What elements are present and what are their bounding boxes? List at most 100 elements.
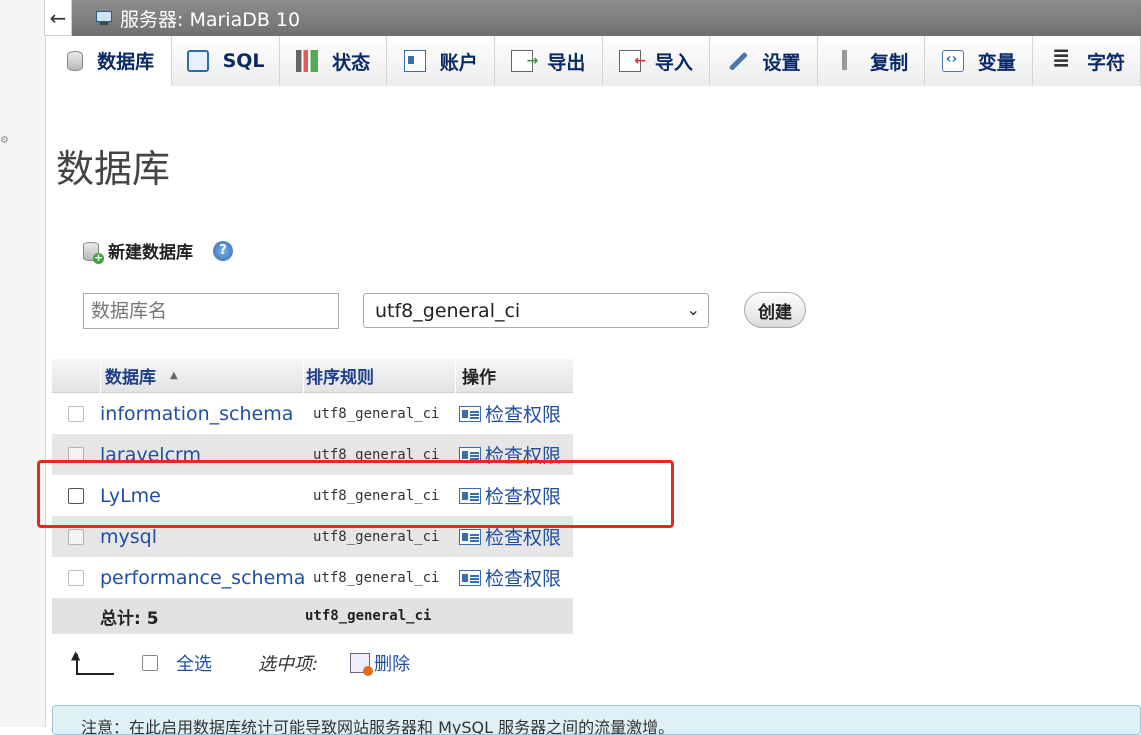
table-header-row: 数据库 ▲ 排序规则 操作 <box>52 358 573 393</box>
database-name-link[interactable]: LyLme <box>100 485 303 507</box>
table-row: mysql utf8_general_ci 检查权限 <box>52 516 573 557</box>
action-label[interactable]: 检查权限 <box>485 441 561 468</box>
page-title: 数据库 <box>56 147 171 191</box>
notice-message: 注意：在此启用数据库统计可能导致网站服务器和 MySQL 服务器之间的流量激增。 <box>52 705 1141 735</box>
database-name-link[interactable]: laravelcrm <box>100 444 303 466</box>
header-database[interactable]: 数据库 ▲ <box>100 358 303 393</box>
database-name-link[interactable]: mysql <box>100 526 303 548</box>
check-privileges-link[interactable]: 检查权限 <box>455 400 573 427</box>
table-row: information_schema utf8_general_ci 检查权限 <box>52 393 573 434</box>
action-label[interactable]: 检查权限 <box>485 482 561 509</box>
database-name-link[interactable]: performance_schema <box>100 567 305 589</box>
privileges-icon <box>459 405 481 422</box>
tab-databases[interactable]: 数据库 <box>50 36 173 86</box>
tab-label: 复制 <box>870 51 909 74</box>
collation-select[interactable]: utf8_general_ci ⌄ <box>363 293 709 328</box>
check-privileges-link[interactable]: 检查权限 <box>455 523 573 550</box>
tab-export[interactable]: 导出 <box>495 36 603 86</box>
create-database-heading: 新建数据库 ? <box>82 238 233 264</box>
tab-replication[interactable]: 复制 <box>817 36 926 86</box>
top-tabs: 数据库 SQL 状态 账户 导出 导入 设置 复制 变量 字符 <box>50 36 1141 86</box>
tab-label: 状态 <box>332 51 371 74</box>
gutter-marker-icon: ⚙ <box>0 135 9 146</box>
sort-ascending-icon: ▲ <box>170 370 178 381</box>
select-all-checkbox[interactable] <box>142 655 158 671</box>
check-privileges-link[interactable]: 检查权限 <box>455 441 573 468</box>
tab-settings[interactable]: 设置 <box>710 36 818 86</box>
tab-variables[interactable]: 变量 <box>925 36 1034 86</box>
check-privileges-link[interactable]: 检查权限 <box>455 564 573 591</box>
tab-accounts[interactable]: 账户 <box>387 36 496 86</box>
header-collation[interactable]: 排序规则 <box>303 358 455 393</box>
database-collation: utf8_general_ci <box>313 405 440 422</box>
tab-import[interactable]: 导入 <box>602 36 711 86</box>
server-breadcrumb[interactable]: 服务器: MariaDB 10 <box>72 0 1141 36</box>
sort-by-name-link[interactable]: 数据库 <box>105 363 156 388</box>
action-label[interactable]: 检查权限 <box>485 400 561 427</box>
wrench-icon <box>722 45 753 76</box>
new-database-icon <box>82 240 104 264</box>
tab-sql[interactable]: SQL <box>172 36 280 86</box>
row-checkbox[interactable] <box>68 487 84 504</box>
help-icon[interactable]: ? <box>213 240 233 261</box>
variables-icon <box>941 50 964 72</box>
row-checkbox[interactable] <box>68 446 84 463</box>
charset-icon <box>1051 46 1073 72</box>
tab-charsets[interactable]: 字符 <box>1033 36 1141 86</box>
server-icon <box>94 9 116 27</box>
tab-label: 导出 <box>547 51 586 74</box>
privileges-icon <box>459 446 481 463</box>
database-name-input[interactable] <box>83 293 339 329</box>
replication-icon <box>834 50 856 72</box>
tab-label: SQL <box>222 50 265 72</box>
row-checkbox[interactable] <box>68 569 84 586</box>
export-icon <box>511 50 538 72</box>
tab-label: 字符 <box>1087 51 1126 74</box>
chevron-down-icon: ⌄ <box>686 300 700 319</box>
sql-icon <box>186 50 209 72</box>
create-database-button[interactable]: 创建 <box>744 292 806 328</box>
database-collation: utf8_general_ci <box>313 487 440 504</box>
import-icon <box>618 50 646 72</box>
create-database-title: 新建数据库 <box>108 243 193 263</box>
row-checkbox[interactable] <box>68 405 84 422</box>
bulk-actions: ▲ 全选 选中项: 删除 <box>70 649 410 676</box>
tab-label: 变量 <box>977 51 1016 74</box>
delete-button[interactable]: 删除 <box>374 650 410 676</box>
delete-icon <box>350 653 374 676</box>
privileges-icon <box>459 569 481 586</box>
row-checkbox[interactable] <box>68 528 84 545</box>
database-collation: utf8_general_ci <box>313 569 440 586</box>
header-action: 操作 <box>455 358 573 393</box>
select-all-label[interactable]: 全选 <box>176 650 212 676</box>
check-privileges-link[interactable]: 检查权限 <box>455 482 573 509</box>
with-selected-label: 选中项: <box>258 654 319 675</box>
tab-label: 数据库 <box>97 51 155 73</box>
table-row: laravelcrm utf8_general_ci 检查权限 <box>52 434 573 475</box>
footer-collation: utf8_general_ci <box>305 608 432 624</box>
tab-label: 导入 <box>654 51 693 74</box>
tab-label: 账户 <box>439 51 478 74</box>
database-icon <box>67 50 84 71</box>
table-row: LyLme utf8_general_ci 检查权限 <box>52 475 573 516</box>
database-name-link[interactable]: information_schema <box>100 403 303 425</box>
tab-label: 设置 <box>762 51 801 74</box>
arrow-up-icon: ▲ <box>70 649 114 676</box>
database-collation: utf8_general_ci <box>313 528 440 545</box>
action-label[interactable]: 检查权限 <box>485 564 561 591</box>
database-collation: utf8_general_ci <box>313 446 440 463</box>
privileges-icon <box>459 528 481 545</box>
tab-status[interactable]: 状态 <box>279 36 388 86</box>
total-count: 总计: 5 <box>100 608 159 629</box>
collapse-navigation-button[interactable]: ← <box>44 0 72 36</box>
database-table: 数据库 ▲ 排序规则 操作 information_schema utf8_ge… <box>52 358 573 634</box>
table-footer-row: 总计: 5 utf8_general_ci <box>52 598 573 634</box>
status-icon <box>296 50 319 72</box>
table-row: performance_schema utf8_general_ci 检查权限 <box>52 557 573 598</box>
collation-selected-value: utf8_general_ci <box>375 299 521 322</box>
server-title[interactable]: 服务器: MariaDB 10 <box>120 5 300 32</box>
accounts-icon <box>403 50 426 72</box>
action-label[interactable]: 检查权限 <box>485 523 561 550</box>
left-gutter: ⚙ <box>0 0 46 727</box>
privileges-icon <box>459 487 481 504</box>
